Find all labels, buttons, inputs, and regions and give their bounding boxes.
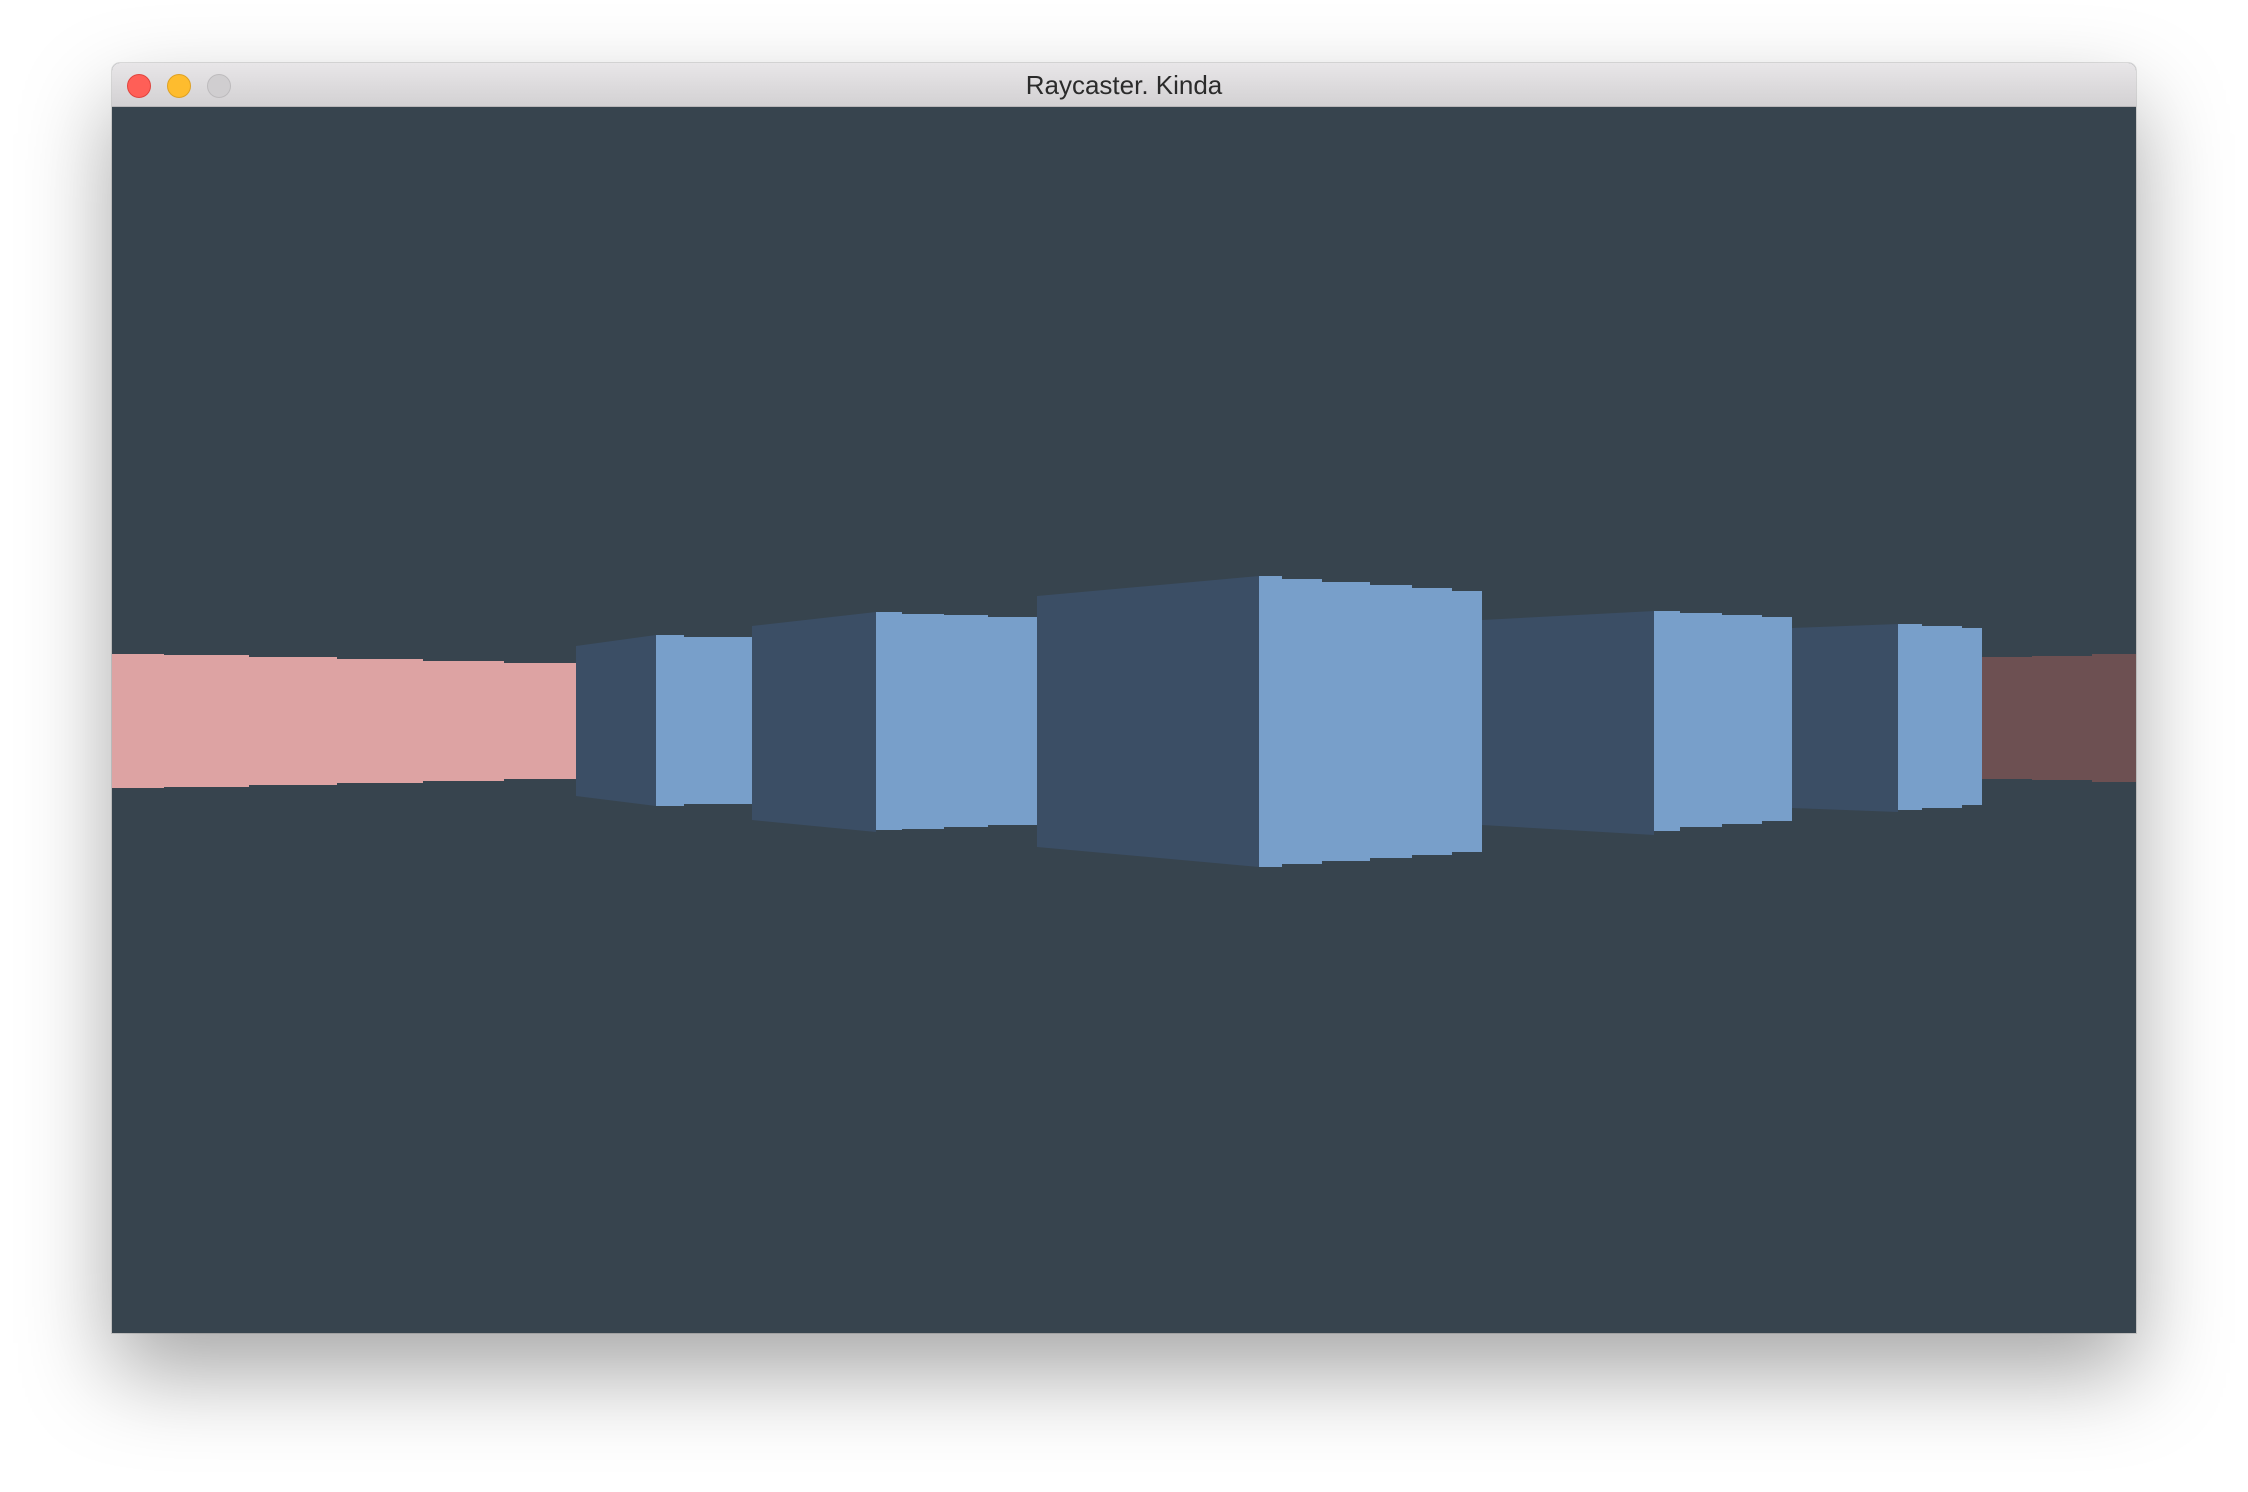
wall-block-1-lit-face [656,635,752,806]
wall-block-4-lit-face [1654,611,1792,831]
wall-block-5-shaded-face [1792,624,1898,812]
wall-block-1-shaded-face [576,635,656,806]
raycaster-canvas [112,107,2136,1333]
render-viewport[interactable] [112,107,2136,1333]
wall-block-3-lit-face [1259,576,1482,867]
wall-block-2-lit-face [876,612,1037,830]
wall-block-4-shaded-face [1482,611,1654,835]
wall-block-3-shaded-face [1037,576,1259,867]
app-window: Raycaster. Kinda [112,63,2136,1333]
wall-pink-left [112,654,576,788]
window-title: Raycaster. Kinda [1025,70,1223,100]
title-bar[interactable]: Raycaster. Kinda [112,63,2136,107]
wall-block-5-lit-face [1898,624,1982,810]
wall-dark-red-right [1982,654,2136,782]
wall-block-2-shaded-face [752,612,876,832]
